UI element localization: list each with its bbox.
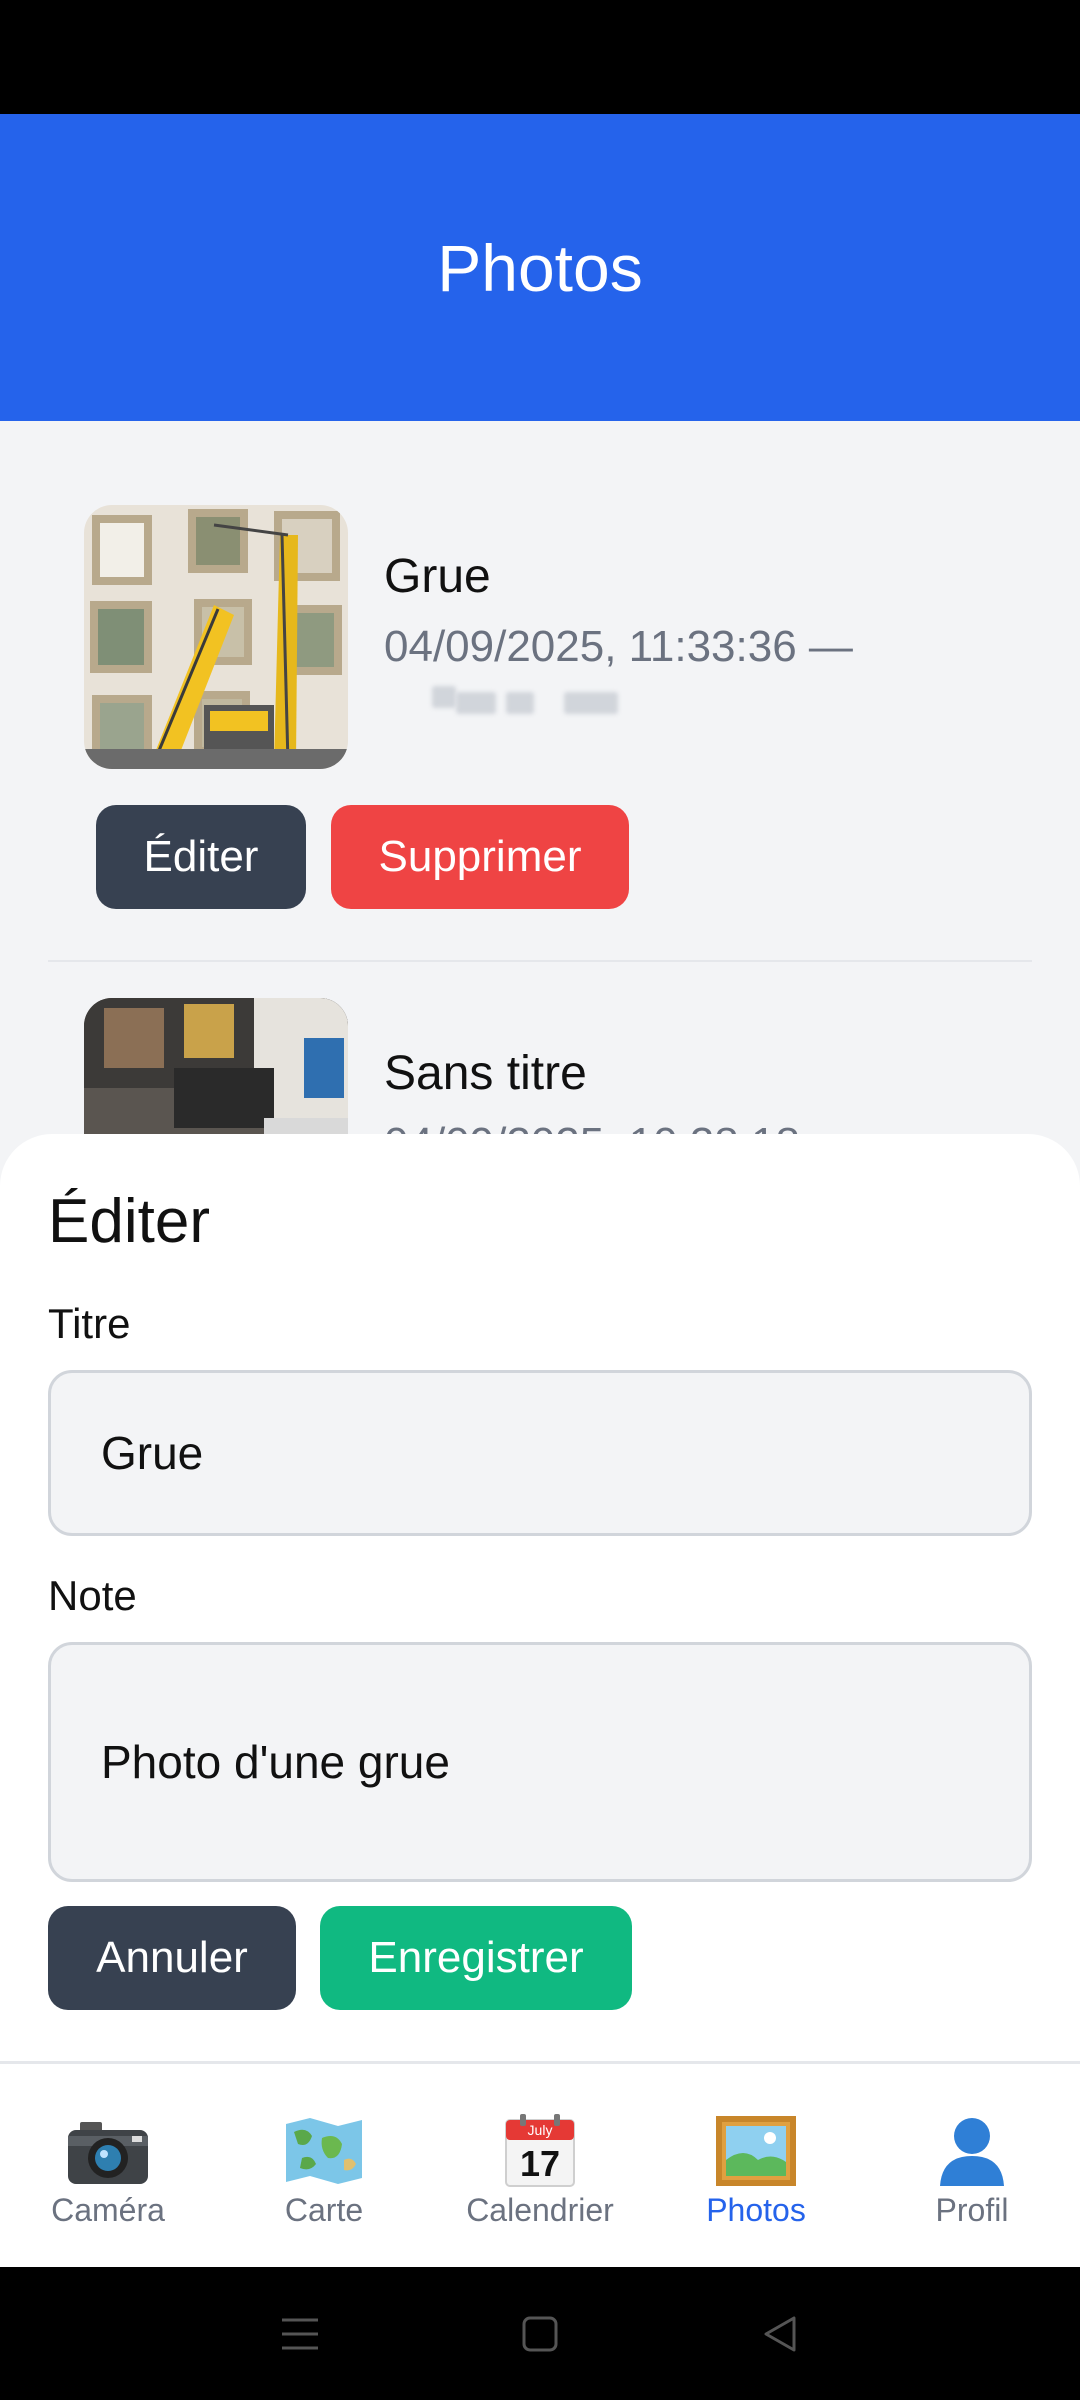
recents-icon[interactable] <box>270 2304 330 2364</box>
calendar-day: 17 <box>520 2143 560 2184</box>
title-label: Titre <box>48 1300 131 1347</box>
system-navigation-bar <box>0 2267 1080 2400</box>
delete-button[interactable]: Supprimer <box>331 805 629 909</box>
tab-map[interactable]: Carte <box>216 2064 432 2267</box>
tab-calendar[interactable]: July 17 Calendrier <box>432 2064 648 2267</box>
home-icon[interactable] <box>510 2304 570 2364</box>
back-icon[interactable] <box>750 2304 810 2364</box>
photo-info: Grue 04/09/2025, 11:33:36 — <box>384 549 853 716</box>
tab-label: Profil <box>935 2192 1009 2228</box>
app-header: Photos <box>0 114 1080 421</box>
note-label: Note <box>48 1572 137 1619</box>
save-button[interactable]: Enregistrer <box>320 1906 632 2010</box>
calendar-month: July <box>528 2122 553 2138</box>
status-bar <box>0 0 1080 114</box>
camera-icon <box>66 2114 150 2188</box>
list-item: Grue 04/09/2025, 11:33:36 — Éditer Suppr… <box>48 505 1032 909</box>
list-divider <box>48 960 1032 962</box>
framed-picture-icon <box>714 2114 798 2188</box>
note-textarea[interactable]: Photo d'une grue <box>48 1642 1032 1882</box>
bottom-tab-bar: Caméra Carte July 17 Calendrier Photos P… <box>0 2061 1080 2267</box>
edit-sheet: Éditer Titre Grue Note Photo d'une grue … <box>0 1134 1080 2061</box>
tab-label: Photos <box>706 2192 806 2228</box>
title-input[interactable]: Grue <box>48 1370 1032 1536</box>
tab-label: Caméra <box>51 2192 165 2228</box>
tab-label: Carte <box>284 2192 364 2228</box>
photo-date: 04/09/2025, 11:33:36 — <box>384 622 853 671</box>
sheet-title: Éditer <box>48 1187 210 1256</box>
map-icon <box>282 2114 366 2188</box>
tab-profile[interactable]: Profil <box>864 2064 1080 2267</box>
tab-camera[interactable]: Caméra <box>0 2064 216 2267</box>
page-title: Photos <box>437 230 643 305</box>
tab-photos[interactable]: Photos <box>648 2064 864 2267</box>
calendar-icon: July 17 <box>498 2114 582 2188</box>
cancel-button[interactable]: Annuler <box>48 1906 296 2010</box>
photo-list[interactable]: Grue 04/09/2025, 11:33:36 — Éditer Suppr… <box>0 421 1080 2061</box>
photo-thumbnail[interactable] <box>84 505 348 769</box>
photo-title: Sans titre <box>384 1047 587 1100</box>
edit-button[interactable]: Éditer <box>96 805 306 909</box>
photo-title: Grue <box>384 550 491 603</box>
profile-icon <box>930 2114 1014 2188</box>
redacted-location <box>384 686 624 716</box>
tab-label: Calendrier <box>466 2192 614 2228</box>
